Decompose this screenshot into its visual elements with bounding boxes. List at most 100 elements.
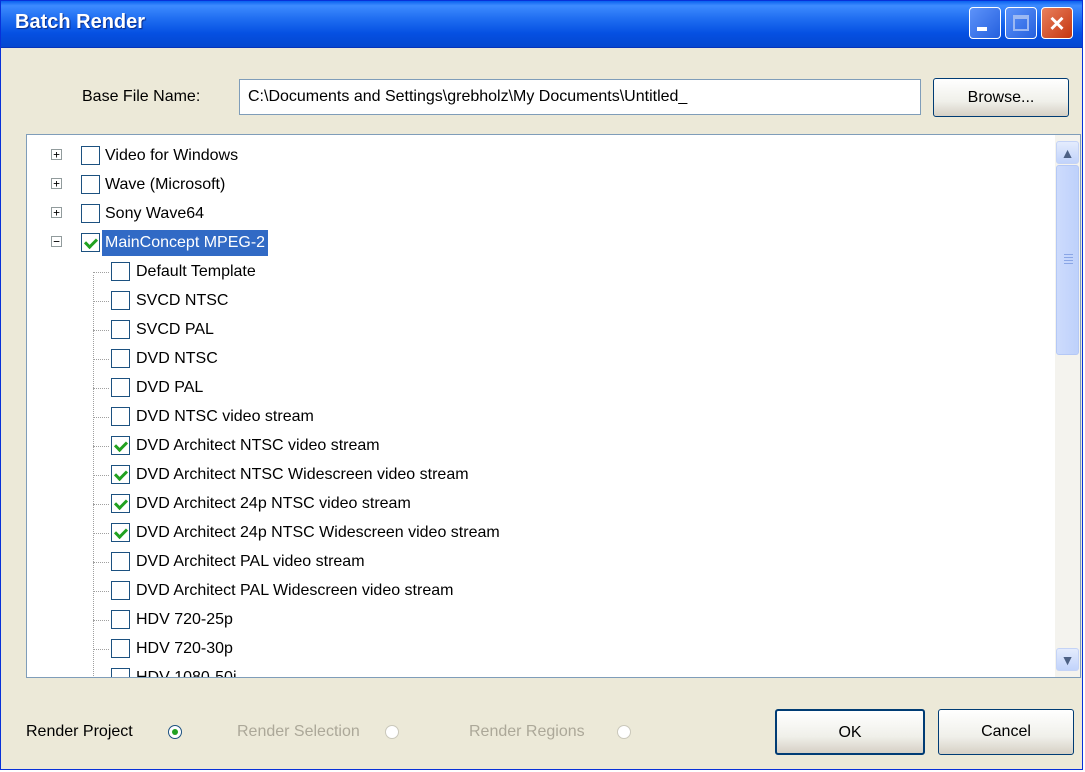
template-checkbox[interactable]	[111, 465, 130, 484]
template-item-6[interactable]: DVD Architect NTSC video stream	[111, 433, 811, 459]
template-item-3[interactable]: DVD NTSC	[111, 346, 811, 372]
template-label: HDV 1080-50i	[136, 669, 237, 678]
template-item-14[interactable]: HDV 1080-50i	[111, 665, 811, 678]
render-selection-label: Render Selection	[237, 723, 360, 740]
base-file-name-label: Base File Name:	[82, 88, 201, 105]
tree-group-1[interactable]: + Wave (Microsoft)	[51, 172, 471, 198]
tree-connector-line	[93, 446, 109, 447]
template-checkbox[interactable]	[111, 349, 130, 368]
template-label: DVD NTSC	[136, 350, 218, 367]
group-checkbox[interactable]	[81, 175, 100, 194]
template-checkbox[interactable]	[111, 320, 130, 339]
template-checkbox[interactable]	[111, 378, 130, 397]
title-bar[interactable]: Batch Render ×	[1, 1, 1082, 48]
batch-render-window: Batch Render × Base File Name: Browse...…	[0, 0, 1083, 770]
template-item-1[interactable]: SVCD NTSC	[111, 288, 811, 314]
tree-connector-line	[93, 504, 109, 505]
template-label: DVD NTSC video stream	[136, 408, 314, 425]
template-label: Default Template	[136, 263, 256, 280]
close-button[interactable]: ×	[1041, 7, 1073, 39]
template-item-12[interactable]: HDV 720-25p	[111, 607, 811, 633]
template-label: DVD Architect PAL video stream	[136, 553, 365, 570]
scroll-down-button[interactable]: ▼	[1056, 648, 1079, 671]
grip-line	[1064, 260, 1073, 261]
tree-connector-line	[93, 388, 109, 389]
template-checkbox[interactable]	[111, 552, 130, 571]
base-file-name-input[interactable]	[239, 79, 921, 115]
expand-icon[interactable]: +	[51, 178, 62, 189]
group-checkbox[interactable]	[81, 204, 100, 223]
browse-button[interactable]: Browse...	[933, 78, 1069, 117]
maximize-button[interactable]	[1005, 7, 1037, 39]
template-item-11[interactable]: DVD Architect PAL Widescreen video strea…	[111, 578, 811, 604]
template-item-7[interactable]: DVD Architect NTSC Widescreen video stre…	[111, 462, 811, 488]
render-project-radio[interactable]	[168, 725, 182, 739]
grip-line	[1064, 257, 1073, 258]
group-checkbox[interactable]	[81, 146, 100, 165]
tree-connector-line	[93, 591, 109, 592]
template-checkbox[interactable]	[111, 639, 130, 658]
template-label: DVD Architect NTSC Widescreen video stre…	[136, 466, 469, 483]
tree-connector-line	[93, 275, 94, 677]
template-checkbox[interactable]	[111, 581, 130, 600]
render-project-option[interactable]: Render Project	[26, 723, 182, 741]
minimize-button[interactable]	[969, 7, 1001, 39]
tree-connector-line	[93, 359, 109, 360]
ok-button[interactable]: OK	[775, 709, 925, 755]
template-label: SVCD PAL	[136, 321, 214, 338]
group-checkbox[interactable]	[81, 233, 100, 252]
group-label: Sony Wave64	[105, 205, 205, 222]
template-item-10[interactable]: DVD Architect PAL video stream	[111, 549, 811, 575]
group-label: Video for Windows	[105, 147, 239, 164]
grip-line	[1064, 254, 1073, 255]
template-checkbox[interactable]	[111, 610, 130, 629]
tree-group-3[interactable]: − MainConcept MPEG-2	[51, 230, 471, 256]
render-selection-option[interactable]: Render Selection	[237, 723, 399, 741]
template-label: HDV 720-30p	[136, 640, 233, 657]
close-icon: ×	[1049, 8, 1065, 38]
template-checkbox[interactable]	[111, 436, 130, 455]
chevron-up-icon: ▲	[1060, 145, 1075, 161]
template-checkbox[interactable]	[111, 262, 130, 281]
grip-line	[1064, 263, 1073, 264]
template-item-0[interactable]: Default Template	[111, 259, 811, 285]
collapse-icon[interactable]: −	[51, 236, 62, 247]
template-label: DVD Architect PAL Widescreen video strea…	[136, 582, 454, 599]
template-checkbox[interactable]	[111, 291, 130, 310]
template-label: HDV 720-25p	[136, 611, 233, 628]
vertical-scrollbar[interactable]: ▲ ▼	[1055, 135, 1080, 677]
expand-icon[interactable]: +	[51, 149, 62, 160]
minimize-icon	[977, 27, 987, 31]
cancel-button[interactable]: Cancel	[938, 709, 1074, 755]
render-regions-option[interactable]: Render Regions	[469, 723, 631, 741]
render-project-label: Render Project	[26, 723, 133, 740]
template-checkbox[interactable]	[111, 407, 130, 426]
tree-connector-line	[93, 272, 109, 273]
template-label: DVD Architect NTSC video stream	[136, 437, 380, 454]
tree-connector-line	[93, 649, 109, 650]
tree-group-2[interactable]: + Sony Wave64	[51, 201, 471, 227]
template-checkbox[interactable]	[111, 523, 130, 542]
template-checkbox[interactable]	[111, 494, 130, 513]
template-label: DVD PAL	[136, 379, 204, 396]
tree-connector-line	[93, 301, 109, 302]
template-checkbox[interactable]	[111, 668, 130, 677]
scroll-up-button[interactable]: ▲	[1056, 141, 1079, 164]
template-item-4[interactable]: DVD PAL	[111, 375, 811, 401]
template-item-9[interactable]: DVD Architect 24p NTSC Widescreen video …	[111, 520, 811, 546]
tree-group-0[interactable]: + Video for Windows	[51, 143, 471, 169]
group-label: MainConcept MPEG-2	[102, 230, 269, 256]
template-item-13[interactable]: HDV 720-30p	[111, 636, 811, 662]
tree-connector-line	[93, 533, 109, 534]
tree-connector-line	[93, 475, 109, 476]
maximize-icon	[1013, 15, 1029, 31]
template-item-5[interactable]: DVD NTSC video stream	[111, 404, 811, 430]
render-template-tree[interactable]: ▲ ▼ + Video for Windows + Wave (Microsoft) +…	[26, 134, 1081, 678]
render-regions-radio[interactable]	[617, 725, 631, 739]
template-item-8[interactable]: DVD Architect 24p NTSC video stream	[111, 491, 811, 517]
render-selection-radio[interactable]	[385, 725, 399, 739]
chevron-down-icon: ▼	[1060, 652, 1075, 668]
scroll-thumb[interactable]	[1056, 165, 1079, 355]
expand-icon[interactable]: +	[51, 207, 62, 218]
template-item-2[interactable]: SVCD PAL	[111, 317, 811, 343]
